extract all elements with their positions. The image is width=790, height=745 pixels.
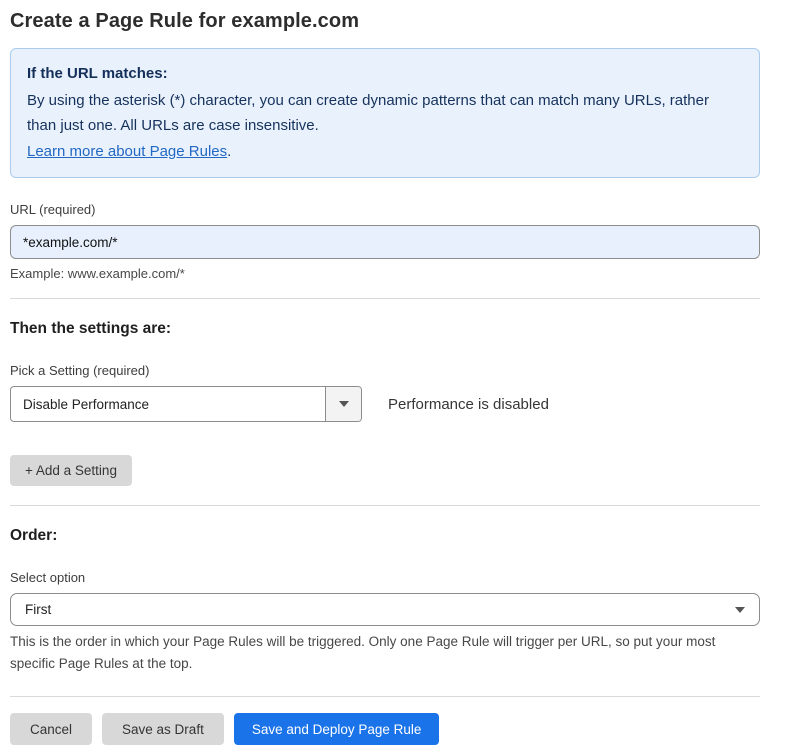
order-section-heading: Order: xyxy=(10,527,760,545)
url-example-hint: Example: www.example.com/* xyxy=(10,266,760,281)
create-page-rule-form: Create a Page Rule for example.com If th… xyxy=(0,0,790,745)
url-label: URL (required) xyxy=(10,202,760,217)
form-footer: Cancel Save as Draft Save and Deploy Pag… xyxy=(10,713,760,745)
setting-dropdown[interactable]: Disable Performance xyxy=(10,386,362,422)
url-match-info-box: If the URL matches: By using the asteris… xyxy=(10,48,760,178)
setting-row: Disable Performance Performance is disab… xyxy=(10,386,760,422)
url-input[interactable] xyxy=(10,225,760,259)
save-deploy-button[interactable]: Save and Deploy Page Rule xyxy=(234,713,440,745)
divider xyxy=(10,696,760,697)
chevron-down-icon xyxy=(339,401,349,407)
divider xyxy=(10,505,760,506)
add-setting-button[interactable]: + Add a Setting xyxy=(10,455,132,486)
setting-status-text: Performance is disabled xyxy=(388,396,549,413)
order-select-label: Select option xyxy=(10,570,760,585)
order-select[interactable]: First xyxy=(10,593,760,626)
setting-dropdown-value: Disable Performance xyxy=(11,387,325,421)
cancel-button[interactable]: Cancel xyxy=(10,713,92,745)
order-select-value: First xyxy=(25,602,51,617)
divider xyxy=(10,298,760,299)
page-title: Create a Page Rule for example.com xyxy=(10,10,760,33)
info-link-line: Learn more about Page Rules. xyxy=(27,139,743,164)
learn-more-link[interactable]: Learn more about Page Rules xyxy=(27,143,227,160)
pick-setting-label: Pick a Setting (required) xyxy=(10,363,760,378)
order-hint-text: This is the order in which your Page Rul… xyxy=(10,631,758,675)
chevron-down-icon xyxy=(735,607,745,613)
url-section: URL (required) Example: www.example.com/… xyxy=(10,202,760,281)
settings-section-heading: Then the settings are: xyxy=(10,320,760,338)
setting-dropdown-arrow-button[interactable] xyxy=(325,387,361,421)
link-suffix: . xyxy=(227,143,231,160)
info-box-heading: If the URL matches: xyxy=(27,61,743,86)
save-draft-button[interactable]: Save as Draft xyxy=(102,713,224,745)
info-box-body: By using the asterisk (*) character, you… xyxy=(27,88,727,138)
